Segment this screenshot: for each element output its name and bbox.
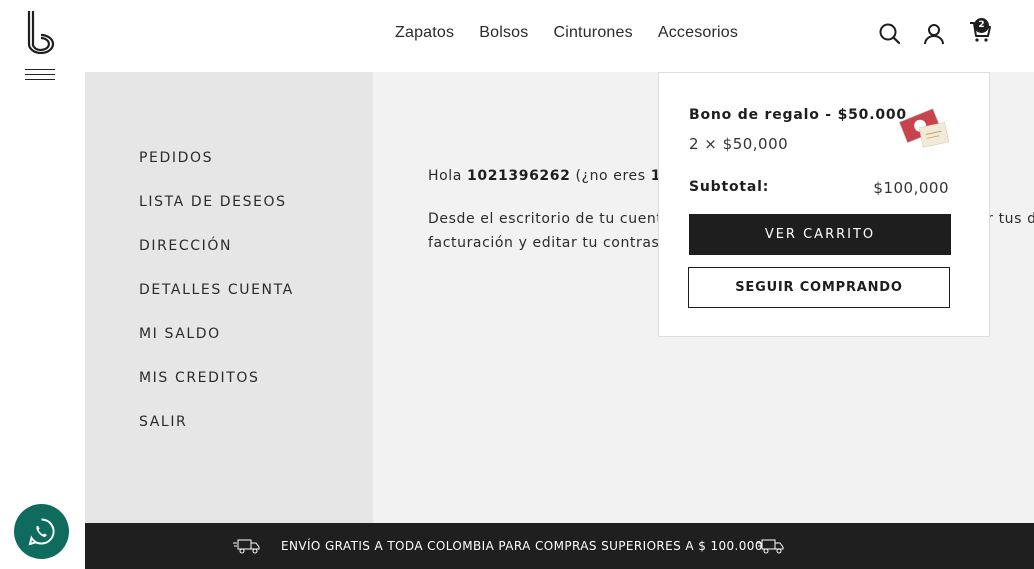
subtotal-label: Subtotal: <box>689 179 770 195</box>
main-nav: Zapatos Bolsos Cinturones Accesorios <box>395 24 738 42</box>
nav-accesorios[interactable]: Accesorios <box>658 24 738 42</box>
delivery-truck-icon <box>233 539 260 554</box>
username: 1021396262 <box>467 168 571 184</box>
view-cart-button[interactable]: VER CARRITO <box>689 214 951 255</box>
sidebar-item-direccion[interactable]: DIRECCIÓN <box>139 238 294 282</box>
subtotal-value: $100,000 <box>873 179 949 197</box>
account-sidebar: PEDIDOS LISTA DE DESEOS DIRECCIÓN DETALL… <box>85 72 373 523</box>
nav-cinturones[interactable]: Cinturones <box>553 24 632 42</box>
delivery-truck-icon <box>757 539 784 554</box>
desc-line-2: facturación y editar tu contras <box>428 235 660 251</box>
whatsapp-button[interactable] <box>14 504 69 559</box>
cart-item-name[interactable]: Bono de regalo - $50.000 <box>689 107 907 123</box>
menu-icon[interactable] <box>25 69 55 83</box>
user-icon[interactable] <box>922 22 946 46</box>
sidebar-item-lista-deseos[interactable]: LISTA DE DESEOS <box>139 194 294 238</box>
greeting-text: Hola 1021396262 (¿no eres 1021 <box>428 168 692 184</box>
gift-card-thumbnail[interactable] <box>899 101 951 153</box>
brand-logo[interactable] <box>26 10 56 54</box>
sidebar-item-mis-creditos[interactable]: MIS CREDITOS <box>139 370 294 414</box>
nav-bolsos[interactable]: Bolsos <box>479 24 528 42</box>
continue-shopping-button[interactable]: SEGUIR COMPRANDO <box>688 267 950 308</box>
sidebar-item-pedidos[interactable]: PEDIDOS <box>139 150 294 194</box>
greeting-prefix: Hola <box>428 168 468 184</box>
left-rail <box>0 0 85 569</box>
cart-count-badge: 2 <box>974 18 989 33</box>
sidebar-item-detalles-cuenta[interactable]: DETALLES CUENTA <box>139 282 294 326</box>
search-icon[interactable] <box>878 22 902 46</box>
dashboard-description: Desde el escritorio de tu cuent ar tus d … <box>428 207 1034 255</box>
desc-line-1: Desde el escritorio de tu cuent <box>428 211 663 227</box>
sidebar-item-salir[interactable]: SALIR <box>139 414 294 458</box>
nav-zapatos[interactable]: Zapatos <box>395 24 454 42</box>
sidebar-item-mi-saldo[interactable]: MI SALDO <box>139 326 294 370</box>
greeting-mid: (¿no eres <box>570 168 651 184</box>
mini-cart-dropdown: Bono de regalo - $50.000 2 × $50,000 Sub… <box>658 72 990 337</box>
account-menu: PEDIDOS LISTA DE DESEOS DIRECCIÓN DETALL… <box>139 150 294 458</box>
free-shipping-bar: ENVÍO GRATIS A TODA COLOMBIA PARA COMPRA… <box>85 523 1034 569</box>
free-shipping-text: ENVÍO GRATIS A TODA COLOMBIA PARA COMPRA… <box>281 539 763 553</box>
whatsapp-icon <box>28 518 55 546</box>
cart-item-quantity-price: 2 × $50,000 <box>689 135 789 153</box>
